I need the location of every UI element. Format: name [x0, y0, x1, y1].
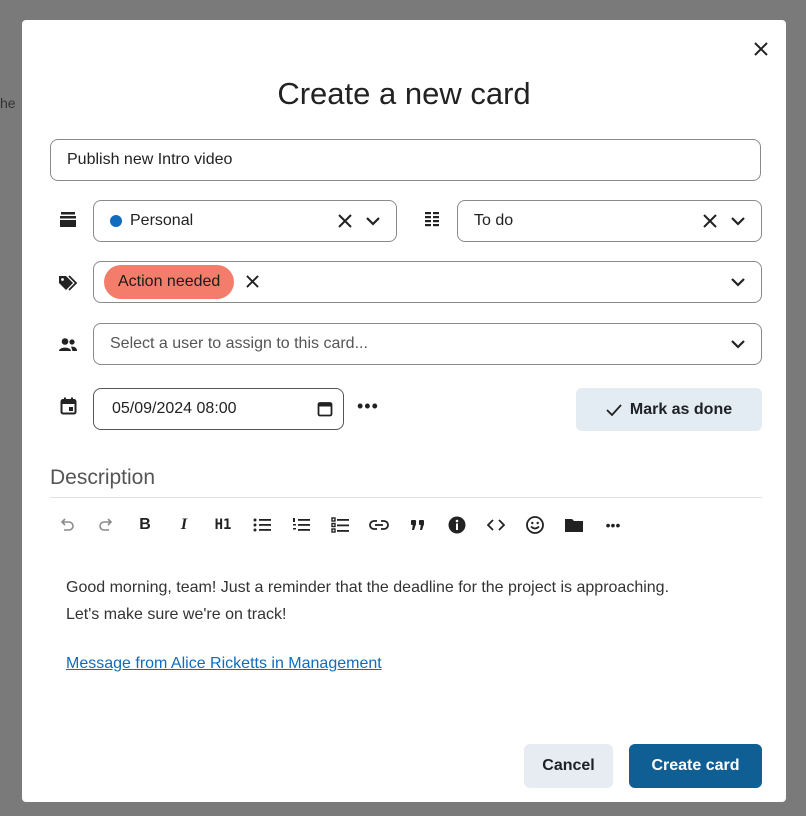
- bold-icon[interactable]: B: [134, 514, 156, 536]
- checklist-icon[interactable]: [329, 514, 351, 536]
- editor-toolbar: B I H1 •••: [56, 514, 641, 536]
- numbered-list-icon[interactable]: [290, 514, 312, 536]
- label-tag: Action needed: [104, 265, 235, 299]
- create-card-button[interactable]: Create card: [629, 744, 762, 788]
- modal-title: Create a new card: [277, 76, 531, 111]
- italic-icon[interactable]: I: [173, 514, 195, 536]
- board-value: Personal: [130, 212, 194, 229]
- board-select[interactable]: Personal: [93, 200, 397, 242]
- clear-column-icon[interactable]: [703, 214, 717, 228]
- description-editor[interactable]: Good morning, team! Just a reminder that…: [66, 574, 706, 677]
- assignee-placeholder: Select a user to assign to this card...: [110, 335, 368, 352]
- remove-label-button[interactable]: [246, 271, 260, 294]
- close-icon: [754, 42, 768, 56]
- description-link[interactable]: Message from Alice Ricketts in Managemen…: [66, 655, 382, 672]
- stack-icon: [58, 209, 78, 229]
- column-value: To do: [474, 212, 514, 229]
- due-date-input[interactable]: 05/09/2024 08:00: [93, 388, 344, 430]
- labels-select[interactable]: Action needed: [93, 261, 762, 303]
- check-icon: [606, 403, 622, 416]
- date-options-button[interactable]: •••: [357, 396, 379, 417]
- chevron-down-icon[interactable]: [731, 216, 745, 226]
- tags-icon: [58, 273, 78, 293]
- board-color-dot: [110, 215, 122, 227]
- redo-icon[interactable]: [95, 514, 117, 536]
- due-date-value: 05/09/2024 08:00: [112, 400, 237, 417]
- chevron-down-icon[interactable]: [731, 339, 745, 349]
- mark-as-done-button[interactable]: Mark as done: [576, 388, 762, 431]
- column-select[interactable]: To do: [457, 200, 762, 242]
- create-card-modal: Create a new card Publish new Intro vide…: [22, 20, 786, 802]
- mark-as-done-label: Mark as done: [629, 400, 733, 418]
- bullet-list-icon[interactable]: [251, 514, 273, 536]
- label-tag-text: Action needed: [118, 273, 221, 290]
- calendar-icon: [58, 396, 78, 416]
- heading-icon[interactable]: H1: [212, 514, 234, 536]
- more-icon[interactable]: •••: [602, 514, 624, 536]
- folder-icon[interactable]: [563, 514, 585, 536]
- chevron-down-icon[interactable]: [366, 216, 380, 226]
- close-icon: [246, 274, 260, 288]
- columns-icon: [422, 209, 442, 229]
- close-button[interactable]: [750, 38, 772, 60]
- assignee-select[interactable]: Select a user to assign to this card...: [93, 323, 762, 365]
- users-icon: [58, 335, 78, 355]
- chevron-down-icon[interactable]: [731, 277, 745, 287]
- link-icon[interactable]: [368, 514, 390, 536]
- background-text-fragment: he: [0, 95, 16, 111]
- description-divider: [50, 497, 762, 498]
- clear-board-icon[interactable]: [338, 214, 352, 228]
- undo-icon[interactable]: [56, 514, 78, 536]
- calendar-picker-icon[interactable]: [317, 401, 333, 417]
- quote-icon[interactable]: [407, 514, 429, 536]
- description-paragraph: Good morning, team! Just a reminder that…: [66, 579, 670, 623]
- code-icon[interactable]: [485, 514, 507, 536]
- info-icon[interactable]: [446, 514, 468, 536]
- card-title-input[interactable]: Publish new Intro video: [50, 139, 761, 181]
- description-label: Description: [50, 466, 156, 489]
- emoji-icon[interactable]: [524, 514, 546, 536]
- cancel-button[interactable]: Cancel: [524, 744, 613, 788]
